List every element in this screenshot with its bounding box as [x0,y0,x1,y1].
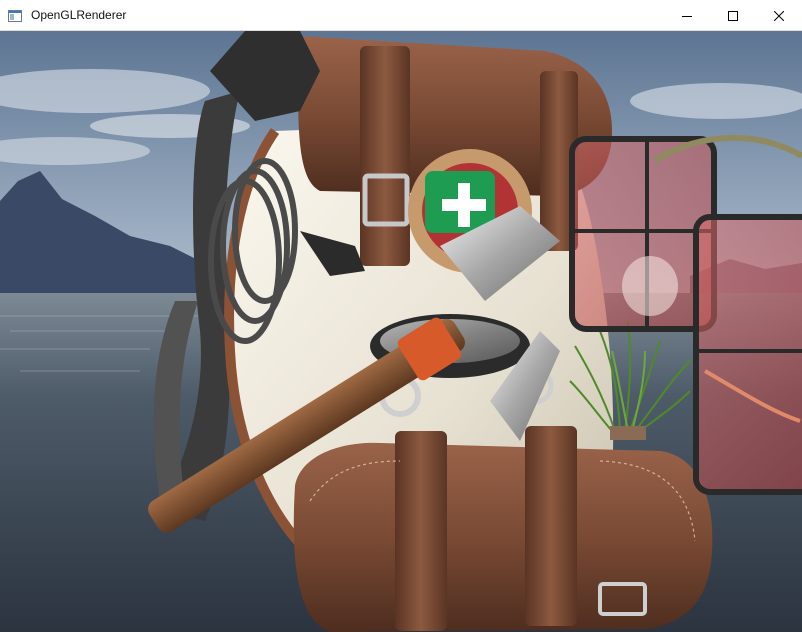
close-icon [774,10,784,21]
app-window-icon [8,9,22,22]
minimize-icon [682,15,692,17]
close-button[interactable] [756,0,802,31]
transparent-window-2 [693,214,802,495]
title-bar[interactable]: OpenGLRenderer [0,0,802,31]
window-title: OpenGLRenderer [31,8,127,22]
render-viewport[interactable] [0,31,802,632]
maximize-icon [728,10,738,21]
minimize-button[interactable] [664,0,710,31]
app-window: OpenGLRenderer [0,0,802,632]
maximize-button[interactable] [710,0,756,31]
rendered-scene [0,31,802,632]
transparent-window-1 [569,136,717,332]
